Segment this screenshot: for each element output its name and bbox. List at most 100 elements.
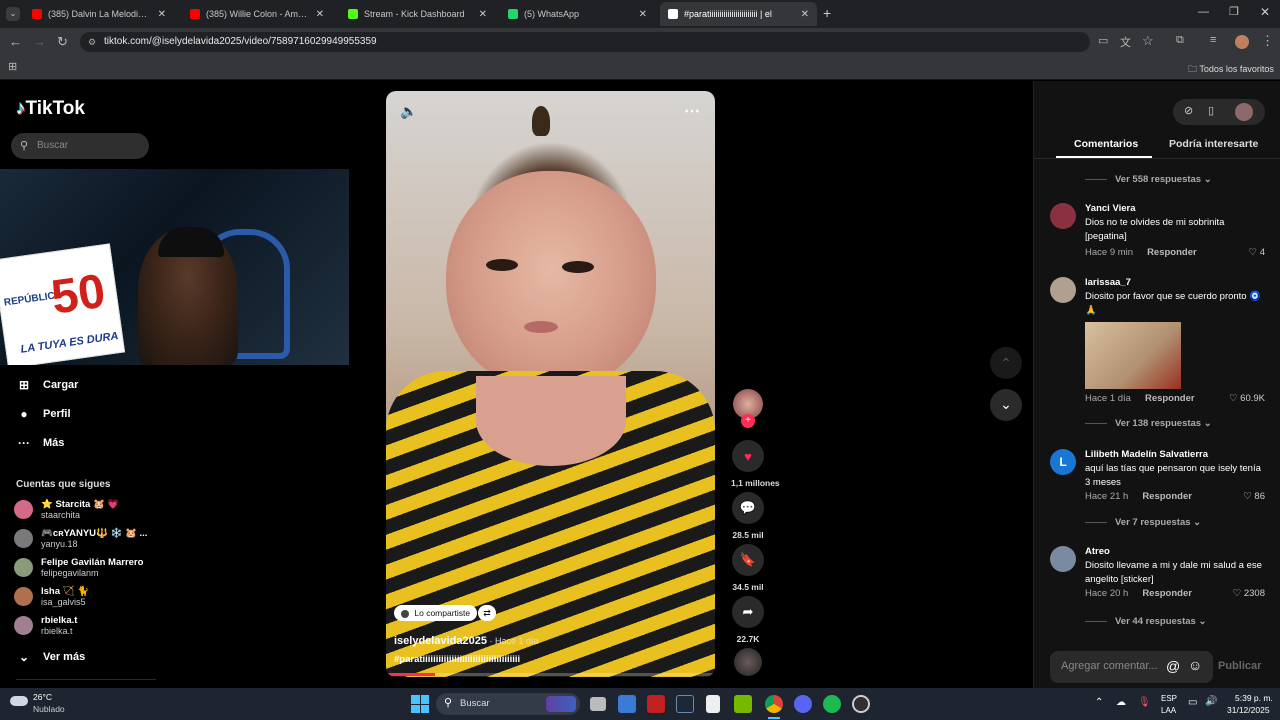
close-tab-icon[interactable]: ✕	[316, 9, 324, 20]
follow-plus-icon[interactable]: +	[741, 414, 755, 428]
comment-like[interactable]: ♡ 86	[1243, 491, 1265, 502]
browser-tab[interactable]: (385) Dalvin La Melodia | Ensan ✕	[24, 2, 174, 26]
back-icon[interactable]: ←	[9, 34, 22, 49]
menu-item[interactable]: ● Perfil	[16, 407, 70, 421]
new-tab-button[interactable]: +	[823, 5, 831, 21]
cast-icon[interactable]: ▭	[1098, 34, 1108, 47]
see-more-button[interactable]: ⌄ Ver más	[16, 650, 85, 664]
avatar[interactable]	[1050, 546, 1076, 572]
tab-podria-interesarte[interactable]: Podría interesarte	[1169, 138, 1258, 150]
volume-tray-icon[interactable]: 🔊	[1205, 696, 1217, 707]
view-replies-button[interactable]: Ver 558 respuestas ⌄	[1085, 174, 1212, 185]
apps-icon[interactable]: ⊞	[8, 60, 17, 73]
close-window-button[interactable]: ✕	[1260, 5, 1270, 19]
reply-button[interactable]: Responder	[1142, 588, 1192, 599]
compass-icon[interactable]: ⊘	[1184, 104, 1193, 117]
previous-video-button[interactable]: ⌃	[990, 347, 1022, 379]
view-replies-button[interactable]: Ver 44 respuestas ⌄	[1085, 616, 1206, 627]
file-icon[interactable]	[706, 695, 720, 713]
widgets-icon[interactable]	[618, 695, 636, 713]
reload-icon[interactable]: ↻	[57, 34, 68, 50]
save-action[interactable]: 🔖 34.5 mil	[731, 544, 765, 592]
steam-icon[interactable]	[676, 695, 694, 713]
task-view-icon[interactable]	[590, 697, 606, 711]
comment-author[interactable]: Yanci Viera	[1085, 203, 1136, 214]
repost-icon[interactable]: ⇄	[478, 605, 496, 621]
translate-icon[interactable]: 文	[1120, 34, 1131, 50]
tray-overflow-icon[interactable]: ⌃	[1095, 697, 1103, 708]
spotify-icon[interactable]	[823, 695, 841, 713]
followed-account[interactable]: rbielka.t rbielka.t	[14, 615, 77, 636]
input-language[interactable]: ESP	[1161, 694, 1177, 703]
avatar[interactable]	[1050, 277, 1076, 303]
search-input[interactable]: ⚲ Buscar	[11, 133, 149, 159]
browser-tab[interactable]: (5) WhatsApp ✕	[500, 2, 655, 26]
followed-account[interactable]: ⭐ Starcita 🐹 💗 staarchita	[14, 499, 119, 520]
tiktok-logo[interactable]: ♪TikTok	[16, 98, 85, 120]
avatar[interactable]	[1050, 203, 1076, 229]
reply-button[interactable]: Responder	[1147, 247, 1197, 258]
start-button[interactable]	[411, 695, 429, 713]
video-caption[interactable]: #paratiiiiiiiiiiiiiiiiiiiiiiiiiiiiiiiiii…	[394, 654, 520, 665]
chrome-icon[interactable]	[765, 695, 783, 713]
mention-icon[interactable]: @	[1166, 658, 1180, 674]
next-video-button[interactable]: ⌄	[990, 389, 1022, 421]
user-avatar[interactable]	[1235, 103, 1253, 121]
menu-item[interactable]: ··· Más	[16, 436, 64, 450]
comment-like[interactable]: ♡ 60.9K	[1229, 393, 1265, 404]
forward-icon[interactable]: →	[33, 34, 46, 49]
network-icon[interactable]: ▭	[1188, 697, 1197, 708]
emoji-icon[interactable]: ☺	[1188, 657, 1202, 673]
nvidia-icon[interactable]	[734, 695, 752, 713]
close-tab-icon[interactable]: ✕	[479, 9, 487, 20]
menu-item[interactable]: ⊞ Cargar	[16, 378, 79, 392]
comment-like[interactable]: ♡ 4	[1249, 247, 1265, 258]
comment-author[interactable]: Lilibeth Madelín Salvatierra	[1085, 449, 1208, 460]
chrome-menu-icon[interactable]: ⋮	[1261, 33, 1274, 49]
comment-input-box[interactable]: Agregar comentar... @ ☺	[1050, 651, 1213, 683]
bookmark-star-icon[interactable]: ☆	[1142, 33, 1154, 49]
close-tab-icon[interactable]: ✕	[639, 9, 647, 20]
browser-tab[interactable]: Stream - Kick Dashboard ✕	[340, 2, 495, 26]
comment-author[interactable]: larissaa_7	[1085, 277, 1131, 288]
sound-disc[interactable]	[734, 648, 762, 676]
extensions-icon[interactable]: ⧉	[1176, 34, 1184, 47]
close-tab-icon[interactable]: ✕	[158, 9, 166, 20]
video-player[interactable]: 🔈 ⋯ Lo compartiste ⇄ iselydelavida2025 ·…	[386, 91, 715, 677]
view-replies-button[interactable]: Ver 138 respuestas ⌄	[1085, 418, 1212, 429]
microphone-icon[interactable]: 🎙	[1138, 697, 1151, 708]
onedrive-icon[interactable]: ☁	[1116, 697, 1126, 708]
maximize-button[interactable]: ❐	[1229, 5, 1239, 18]
share-action[interactable]: ➦ 22.7K	[731, 596, 765, 644]
all-bookmarks-folder[interactable]: 🗀 Todos los favoritos	[1188, 62, 1274, 78]
vpn-app-icon[interactable]	[647, 695, 665, 713]
minimize-button[interactable]: —	[1198, 6, 1209, 18]
avatar[interactable]: L	[1050, 449, 1076, 475]
taskbar-search[interactable]: ⚲ Buscar	[436, 693, 580, 715]
progress-track[interactable]	[386, 673, 715, 676]
tab-search-icon[interactable]: ⌄	[6, 7, 20, 21]
video-author[interactable]: iselydelavida2025	[394, 635, 487, 647]
browser-tab[interactable]: (385) Willie Colon - Amor Verda ✕	[182, 2, 332, 26]
comment-author[interactable]: Atreo	[1085, 546, 1110, 557]
tab-comments[interactable]: Comentarios	[1074, 138, 1138, 150]
obs-icon[interactable]	[852, 695, 870, 713]
like-action[interactable]: ♥ 1,1 millones	[731, 440, 780, 488]
close-tab-icon[interactable]: ✕	[801, 9, 809, 20]
reply-button[interactable]: Responder	[1145, 393, 1195, 404]
reply-image[interactable]	[1085, 322, 1181, 389]
browser-tab[interactable]: #paratiiiiiiiiiiiiiiiiiiiiiiii | el ✕	[660, 2, 817, 26]
url-input[interactable]: ⚙ tiktok.com/@iselydelavida2025/video/75…	[80, 32, 1090, 52]
followed-account[interactable]: 🎮ᴄʀYANYU🔱 ❄️ 🐹 ... yanyu.18	[14, 528, 147, 549]
clock-time[interactable]: 5:39 p. m.	[1235, 693, 1273, 703]
followed-account[interactable]: Felipe Gavilán Marrero felipegavilanm	[14, 557, 143, 578]
phone-icon[interactable]: ▯	[1208, 104, 1214, 117]
shared-badge[interactable]: Lo compartiste	[394, 605, 478, 621]
followed-account[interactable]: Isha 🏹 🐈 isa_galvis5	[14, 586, 89, 607]
input-region[interactable]: LAA	[1161, 706, 1176, 715]
site-info-icon[interactable]: ⚙	[88, 32, 96, 52]
video-more-icon[interactable]: ⋯	[684, 101, 700, 121]
reply-button[interactable]: Responder	[1142, 491, 1192, 502]
view-replies-button[interactable]: Ver 7 respuestas ⌄	[1085, 517, 1201, 528]
clock-date[interactable]: 31/12/2025	[1227, 705, 1270, 715]
